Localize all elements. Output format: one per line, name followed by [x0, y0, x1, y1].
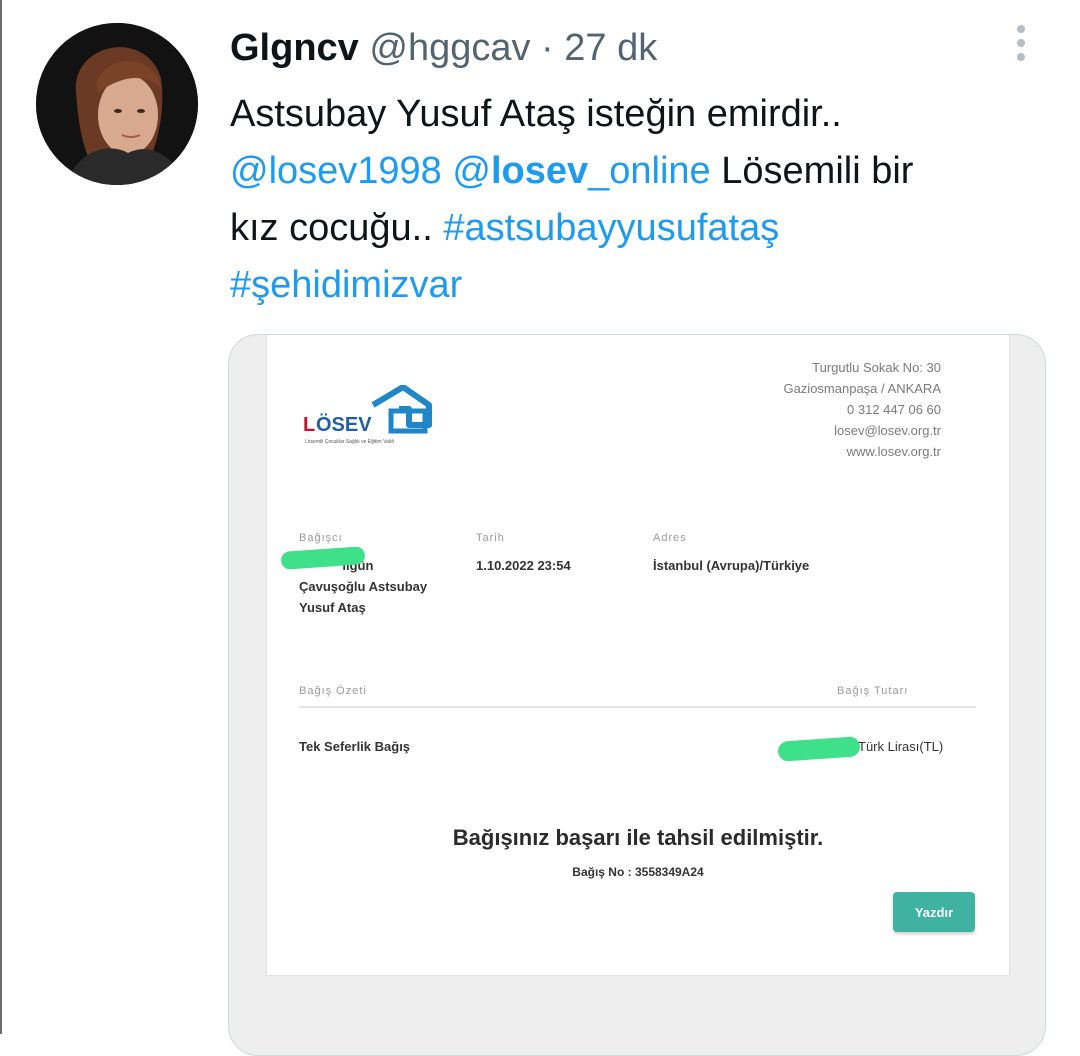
mention-at: @ [452, 150, 491, 192]
org-phone: 0 312 447 06 60 [847, 402, 941, 417]
tweet-line: kız cocuğu.. #astsubayyusufataş [230, 200, 1030, 257]
hashtag-link[interactable]: #astsubayyusufataş [443, 207, 779, 249]
success-message: Bağışınız başarı ile tahsil edilmiştir. [452, 825, 824, 850]
tweet-media-image[interactable]: L ÖSEV Lösemili Çocuklar Sağlık ve Eğiti… [228, 334, 1046, 1056]
tweet-line: @losev1998 @losev_online Lösemili bir [230, 143, 1030, 200]
losev-logo: L ÖSEV Lösemili Çocuklar Sağlık ve Eğiti… [303, 384, 433, 451]
donor-name-line: Yusuf Ataş [299, 600, 366, 615]
tweet-line: Astsubay Yusuf Ataş isteğin emirdir.. [230, 93, 842, 135]
donor-address: İstanbul (Avrupa)/Türkiye [653, 558, 810, 573]
donation-date: 1.10.2022 23:54 [476, 558, 571, 573]
svg-text:Lösemili Çocuklar Sağlık ve Eğ: Lösemili Çocuklar Sağlık ve Eğitim Vakfı [305, 439, 394, 445]
organization-contact: Turgutlu Sokak No: 30 Gaziosmanpaşa / AN… [783, 357, 941, 462]
redaction-mark [777, 736, 861, 762]
tweet-text-fragment: Lösemili bir [710, 150, 914, 192]
mention-bold: losev [490, 150, 589, 192]
tweet-text: Astsubay Yusuf Ataş isteğin emirdir.. @l… [230, 86, 1030, 314]
donation-currency: Türk Lirası(TL) [858, 739, 944, 754]
tweet-time[interactable]: 27 dk [564, 27, 657, 69]
display-name[interactable]: Glgncv [230, 27, 359, 69]
donor-label: Bağışcı [299, 532, 343, 544]
org-address-line: Turgutlu Sokak No: 30 [812, 360, 941, 375]
more-options-icon[interactable] [1008, 22, 1034, 64]
meta-separator: · [530, 27, 565, 69]
hashtag-link[interactable]: #şehidimizvar [230, 264, 462, 306]
donor-name-line: Çavuşoğlu Astsubay [299, 579, 428, 594]
donation-receipt: L ÖSEV Lösemili Çocuklar Sağlık ve Eğiti… [266, 335, 1010, 976]
amount-label: Bağış Tutarı [837, 685, 909, 697]
print-button[interactable]: Yazdır [893, 892, 975, 932]
tweet-line: #şehidimizvar [230, 257, 1030, 314]
tweet-text-fragment: kız cocuğu.. [230, 207, 444, 249]
donation-type: Tek Seferlik Bağış [299, 739, 411, 754]
donation-number: Bağış No : 3558349A24 [572, 865, 704, 879]
org-address-line: Gaziosmanpaşa / ANKARA [783, 381, 941, 396]
date-label: Tarih [476, 532, 505, 544]
user-handle[interactable]: @hggcav [369, 27, 530, 69]
left-border [0, 0, 2, 1034]
mention-rest: _online [588, 150, 711, 192]
avatar-photo [36, 23, 198, 185]
org-email: losev@losev.org.tr [834, 423, 941, 438]
org-website: www.losev.org.tr [846, 444, 941, 459]
divider [299, 706, 976, 708]
tweet-header: Glgncv @hggcav · 27 dk [230, 26, 657, 70]
address-label: Adres [653, 532, 687, 544]
avatar[interactable] [36, 23, 198, 185]
svg-text:L: L [303, 414, 315, 436]
mention-link[interactable]: @losev_online [452, 150, 710, 192]
svg-text:ÖSEV: ÖSEV [316, 413, 372, 436]
mention-link[interactable]: @losev1998 [230, 150, 442, 192]
summary-label: Bağış Özeti [299, 685, 367, 697]
